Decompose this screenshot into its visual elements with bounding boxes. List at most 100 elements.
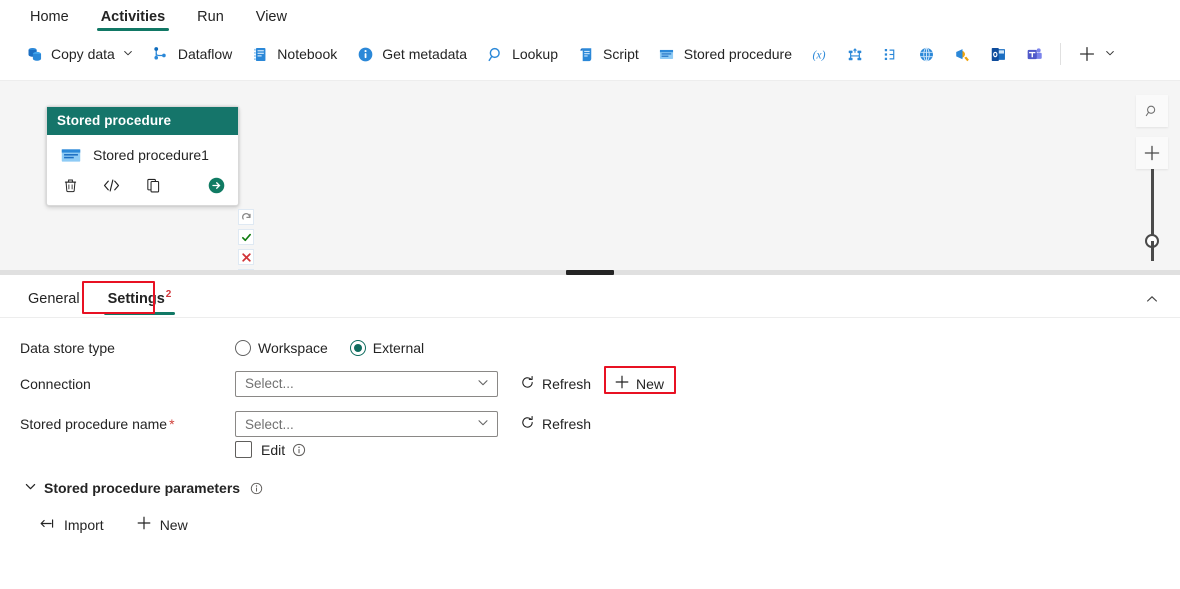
chevron-up-icon[interactable] bbox=[1138, 285, 1166, 313]
command-dataflow-label: Dataflow bbox=[178, 46, 232, 62]
ribbon-tab-activities[interactable]: Activities bbox=[85, 5, 181, 32]
connection-refresh-label: Refresh bbox=[542, 376, 591, 392]
activity-card-footer bbox=[47, 171, 238, 205]
command-script[interactable]: Script bbox=[568, 38, 647, 70]
field-stored-procedure-name: Stored procedure name* Select... Refresh bbox=[20, 411, 1180, 437]
stored-procedure-name-label-text: Stored procedure name bbox=[20, 416, 167, 432]
tab-settings-label: Settings bbox=[108, 291, 165, 307]
command-copy-data-label: Copy data bbox=[51, 46, 115, 62]
command-get-metadata[interactable]: Get metadata bbox=[347, 38, 475, 70]
command-switch[interactable] bbox=[874, 38, 908, 70]
zoom-slider-track[interactable] bbox=[1151, 169, 1154, 241]
command-notebook[interactable]: Notebook bbox=[242, 38, 345, 70]
command-bar-container: Copy data Dataflow bbox=[0, 32, 1180, 80]
field-connection: Connection Select... Refresh bbox=[20, 370, 1180, 397]
command-webhook[interactable] bbox=[946, 38, 980, 70]
zoom-slider-track-lower[interactable] bbox=[1151, 241, 1154, 261]
activity-card-name: Stored procedure1 bbox=[93, 147, 209, 163]
chevron-down-icon bbox=[24, 480, 37, 496]
connection-refresh-button[interactable]: Refresh bbox=[516, 372, 595, 396]
command-lookup[interactable]: Lookup bbox=[477, 38, 566, 70]
pipeline-editor: Home Activities Run View Copy data bbox=[0, 0, 1180, 589]
stored-procedure-refresh-button[interactable]: Refresh bbox=[516, 412, 595, 436]
web-icon bbox=[917, 44, 937, 64]
radio-external-label: External bbox=[373, 340, 424, 356]
radio-external-dot bbox=[354, 344, 362, 352]
run-icon[interactable] bbox=[207, 175, 226, 195]
duplicate-icon[interactable] bbox=[144, 175, 163, 195]
canvas-tools bbox=[1136, 95, 1168, 261]
connection-new-button[interactable]: New bbox=[609, 370, 673, 397]
edit-checkbox[interactable] bbox=[235, 441, 252, 458]
new-parameter-label: New bbox=[160, 517, 188, 533]
script-icon bbox=[576, 44, 596, 64]
command-add-more[interactable] bbox=[1069, 38, 1123, 70]
ribbon-tab-home[interactable]: Home bbox=[14, 5, 85, 32]
settings-form: Data store type Workspace External Conne… bbox=[0, 318, 1180, 537]
plus-icon bbox=[1077, 44, 1097, 64]
radio-external[interactable]: External bbox=[350, 340, 424, 356]
command-stored-procedure-label: Stored procedure bbox=[684, 46, 792, 62]
activity-card-stored-procedure[interactable]: Stored procedure Stored procedure1 bbox=[46, 106, 239, 206]
outlook-icon bbox=[989, 44, 1009, 64]
command-set-variable[interactable]: (x) bbox=[802, 38, 836, 70]
chevron-down-icon bbox=[1105, 48, 1115, 60]
teams-icon bbox=[1025, 44, 1045, 64]
stored-procedure-parameters-section[interactable]: Stored procedure parameters bbox=[24, 480, 1180, 496]
ribbon-tab-view[interactable]: View bbox=[240, 5, 303, 32]
required-marker: * bbox=[169, 416, 174, 432]
info-icon[interactable] bbox=[292, 443, 306, 457]
refresh-icon bbox=[520, 375, 535, 393]
plus-icon bbox=[614, 374, 630, 393]
stored-procedure-icon bbox=[657, 44, 677, 64]
field-edit: Edit bbox=[20, 441, 1180, 458]
radio-workspace[interactable]: Workspace bbox=[235, 340, 328, 356]
command-dataflow[interactable]: Dataflow bbox=[143, 38, 240, 70]
activity-connectors bbox=[238, 209, 254, 270]
command-teams[interactable] bbox=[1018, 38, 1052, 70]
command-copy-data[interactable]: Copy data bbox=[16, 38, 141, 70]
stored-procedure-name-label: Stored procedure name* bbox=[20, 416, 235, 432]
tab-settings[interactable]: Settings2 bbox=[94, 283, 186, 317]
import-parameters-button[interactable]: Import bbox=[34, 513, 109, 537]
properties-tab-bar: General Settings2 bbox=[0, 275, 1180, 318]
info-icon[interactable] bbox=[249, 481, 263, 495]
plus-icon bbox=[136, 515, 152, 534]
chevron-down-icon bbox=[477, 417, 489, 432]
copy-data-icon bbox=[24, 44, 44, 64]
chevron-down-icon bbox=[477, 376, 489, 391]
on-completion-connector[interactable] bbox=[238, 209, 254, 225]
command-invoke-pipeline[interactable] bbox=[838, 38, 872, 70]
connection-select[interactable]: Select... bbox=[235, 371, 498, 397]
dataflow-icon bbox=[151, 44, 171, 64]
on-failure-connector[interactable] bbox=[238, 249, 254, 265]
code-icon[interactable] bbox=[102, 175, 121, 195]
command-stored-procedure[interactable]: Stored procedure bbox=[649, 38, 800, 70]
pipeline-canvas[interactable]: Stored procedure Stored procedure1 bbox=[0, 80, 1180, 270]
zoom-in-icon[interactable] bbox=[1136, 137, 1168, 169]
tab-general[interactable]: General bbox=[14, 285, 94, 317]
new-parameter-button[interactable]: New bbox=[131, 512, 193, 537]
connection-label: Connection bbox=[20, 376, 235, 392]
connection-select-value: Select... bbox=[245, 376, 294, 391]
tab-general-label: General bbox=[28, 291, 80, 307]
tab-settings-badge: 2 bbox=[166, 289, 172, 300]
radio-external-mark bbox=[350, 340, 366, 356]
ribbon-tab-bar: Home Activities Run View bbox=[0, 0, 1180, 32]
command-web[interactable] bbox=[910, 38, 944, 70]
ribbon-tab-run[interactable]: Run bbox=[181, 5, 240, 32]
stored-procedure-name-select[interactable]: Select... bbox=[235, 411, 498, 437]
command-lookup-label: Lookup bbox=[512, 46, 558, 62]
field-data-store-type: Data store type Workspace External bbox=[20, 340, 1180, 356]
search-canvas-icon[interactable] bbox=[1136, 95, 1168, 127]
command-office-365-outlook[interactable] bbox=[982, 38, 1016, 70]
on-success-connector[interactable] bbox=[238, 229, 254, 245]
import-icon bbox=[39, 516, 56, 534]
stored-procedure-icon bbox=[61, 145, 81, 165]
delete-icon[interactable] bbox=[61, 175, 80, 195]
import-parameters-label: Import bbox=[64, 517, 104, 533]
command-get-metadata-label: Get metadata bbox=[382, 46, 467, 62]
command-script-label: Script bbox=[603, 46, 639, 62]
activity-card-body: Stored procedure1 bbox=[47, 135, 238, 171]
activity-card-header: Stored procedure bbox=[47, 107, 238, 135]
